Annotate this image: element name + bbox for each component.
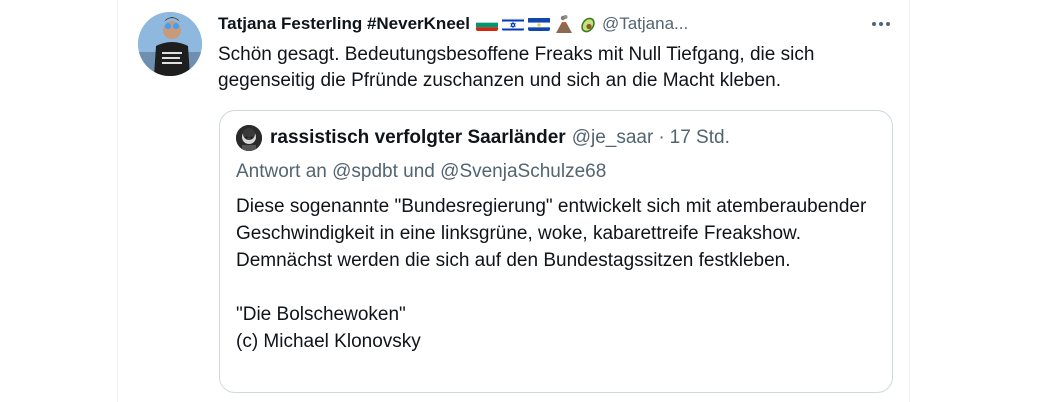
- avatar[interactable]: [138, 12, 202, 76]
- display-name[interactable]: Tatjana Festerling #NeverKneel: [218, 14, 470, 34]
- tweet-page: Tatjana Festerling #NeverKneel @Tatjana.…: [0, 0, 1050, 402]
- name-emojis: [475, 14, 598, 34]
- handle[interactable]: @Tatjana...: [602, 14, 688, 34]
- quoted-handle: @je_saar: [571, 127, 654, 148]
- reply-and: und: [403, 161, 435, 182]
- meta-separator: ·: [658, 127, 665, 148]
- quoted-display-name: rassistisch verfolgter Saarländer: [270, 127, 566, 148]
- quoted-tweet-text: Diese sogenannte "Bundesregierung" entwi…: [236, 193, 876, 355]
- quote-line: "Die Bolschewoken": [236, 304, 406, 325]
- quoted-timestamp: 17 Std.: [669, 127, 730, 148]
- more-dot-icon: [879, 22, 883, 26]
- el-salvador-flag-icon: [527, 17, 550, 31]
- quoted-tweet-header: rassistisch verfolgter Saarländer @je_sa…: [236, 125, 730, 151]
- more-options-button[interactable]: [864, 12, 898, 36]
- reply-mention-svenjaschulze68[interactable]: @SvenjaSchulze68: [440, 161, 606, 182]
- tweet-header: Tatjana Festerling #NeverKneel @Tatjana.…: [218, 12, 898, 36]
- tweet-text: Schön gesagt. Bedeutungsbesoffene Freaks…: [218, 44, 815, 91]
- quote-line: (c) Michael Klonovsky: [236, 331, 421, 352]
- quoted-tweet[interactable]: rassistisch verfolgter Saarländer @je_sa…: [219, 110, 893, 393]
- more-dot-icon: [872, 22, 876, 26]
- avocado-icon: [578, 14, 598, 34]
- avatar-image: [138, 12, 202, 76]
- volcano-icon: [554, 14, 574, 34]
- tweet: Tatjana Festerling #NeverKneel @Tatjana.…: [218, 12, 898, 94]
- more-dot-icon: [886, 22, 890, 26]
- bulgaria-flag-icon: [475, 17, 498, 31]
- reply-prefix: Antwort an: [236, 161, 327, 182]
- reply-mention-spdbt[interactable]: @spdbt: [332, 161, 398, 182]
- quote-paragraph: Diese sogenannte "Bundesregierung" entwi…: [236, 196, 867, 271]
- quoted-avatar: [236, 125, 262, 151]
- israel-flag-icon: [501, 17, 524, 31]
- reply-context: Antwort an @spdbt und @SvenjaSchulze68: [236, 161, 606, 183]
